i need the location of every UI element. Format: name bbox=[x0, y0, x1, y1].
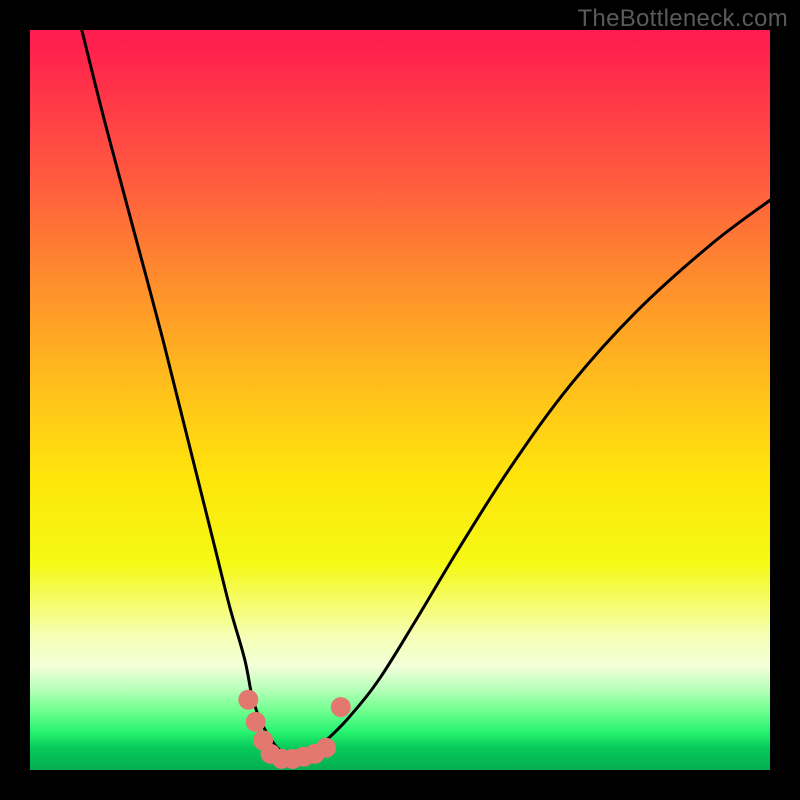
attribution-label: TheBottleneck.com bbox=[577, 5, 788, 33]
curve-right_curve bbox=[296, 200, 770, 759]
dots-group bbox=[238, 690, 350, 769]
curve-left_curve bbox=[82, 30, 297, 759]
valley-dot bbox=[246, 712, 266, 732]
valley-dot bbox=[331, 697, 351, 717]
valley-dot bbox=[316, 738, 336, 758]
curves-group bbox=[82, 30, 770, 759]
valley-dot bbox=[238, 690, 258, 710]
plot-area bbox=[30, 30, 770, 770]
curve-layer bbox=[30, 30, 770, 770]
chart-frame: TheBottleneck.com bbox=[0, 0, 800, 800]
